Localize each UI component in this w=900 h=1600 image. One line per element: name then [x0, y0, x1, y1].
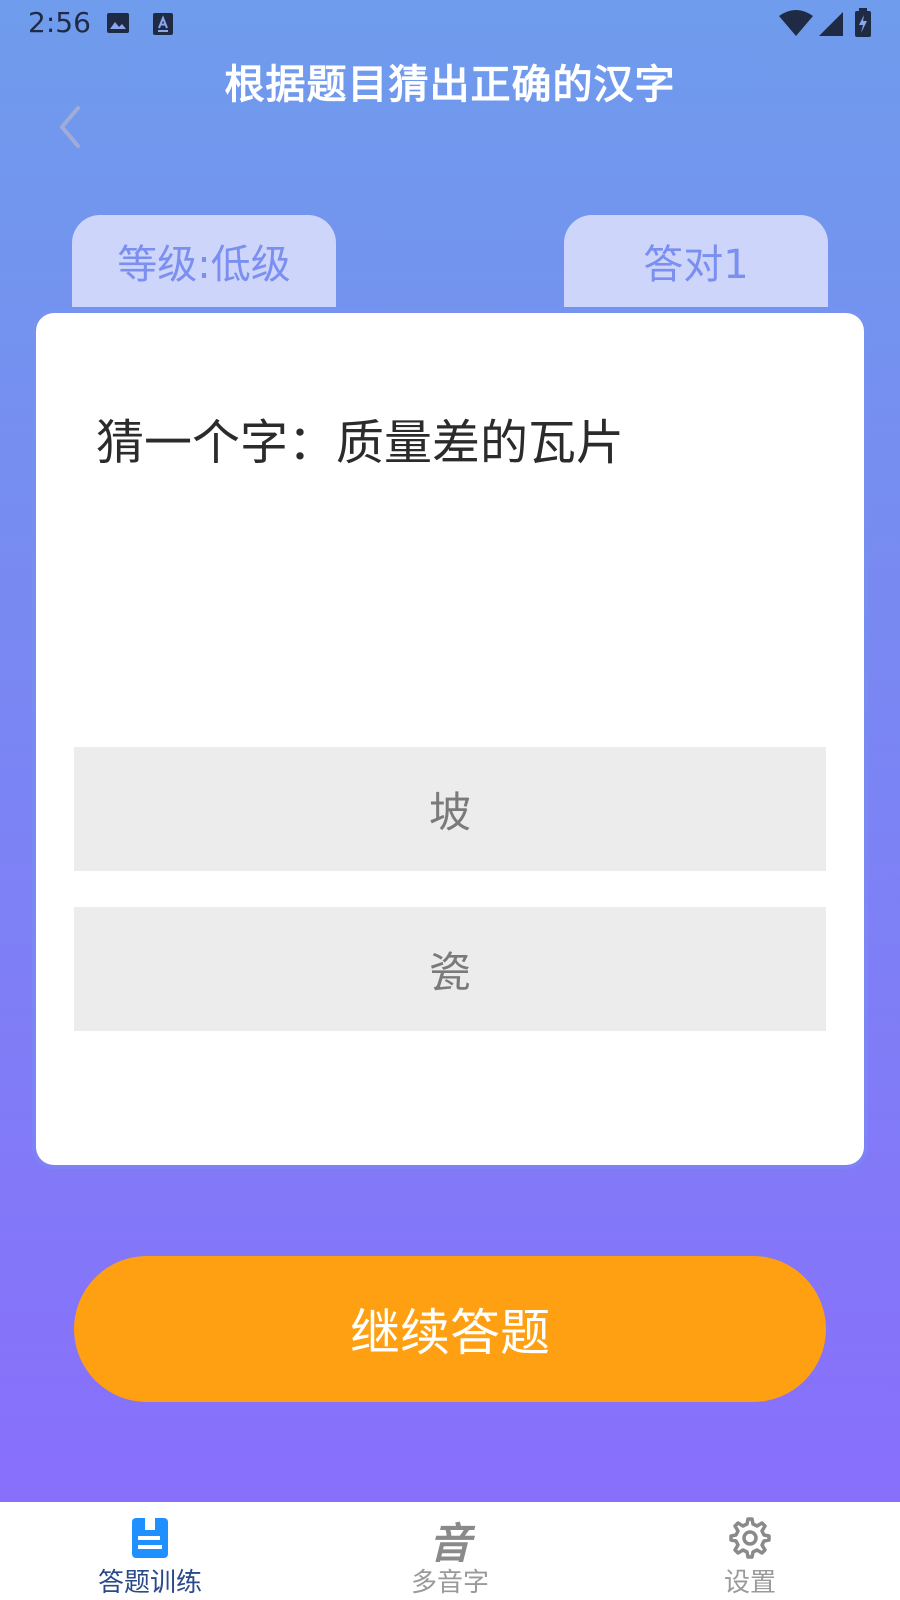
back-button[interactable]	[50, 100, 94, 154]
nav-item-settings-label: 设置	[723, 1568, 776, 1598]
cellular-icon	[819, 12, 843, 36]
level-label: 等级:低级	[117, 242, 291, 288]
answer-option-2[interactable]: 瓷	[74, 907, 826, 1031]
nav-item-polyphone-label: 多音字	[410, 1568, 489, 1598]
answer-option-2-label: 瓷	[428, 947, 471, 997]
question-text: 猜一个字：质量差的瓦片	[96, 415, 625, 471]
nav-item-settings[interactable]: 设置	[600, 1502, 900, 1600]
bottom-nav: 答题训练 音 多音字 设置	[0, 1502, 900, 1600]
battery-charging-icon	[855, 8, 871, 37]
status-bar: 2:56	[0, 0, 900, 48]
nav-item-quiz-label: 答题训练	[97, 1568, 202, 1598]
answer-option-1-label: 坡	[428, 787, 471, 837]
nav-item-polyphone[interactable]: 音 多音字	[300, 1502, 600, 1600]
correct-count-tab: 答对1	[564, 215, 828, 307]
gear-icon	[729, 1517, 771, 1559]
continue-button-label: 继续答题	[350, 1305, 550, 1361]
correct-count-label: 答对1	[643, 242, 749, 288]
nav-item-quiz[interactable]: 答题训练	[0, 1502, 300, 1600]
level-tab: 等级:低级	[72, 215, 336, 307]
wifi-icon	[779, 10, 813, 36]
page-title: 根据题目猜出正确的汉字	[224, 62, 676, 108]
status-time: 2:56	[28, 6, 91, 39]
screen: 2:56 根据题目猜出正确的汉字 等级:低级 答对1 猜一个字：质量差的瓦片 坡…	[0, 0, 900, 1600]
quiz-icon	[132, 1518, 168, 1558]
chevron-left-icon	[60, 106, 80, 148]
text-a-icon	[153, 13, 173, 35]
continue-button[interactable]: 继续答题	[74, 1256, 826, 1402]
question-card: 猜一个字：质量差的瓦片 坡 瓷	[36, 313, 864, 1165]
answer-option-1[interactable]: 坡	[74, 747, 826, 871]
image-icon	[107, 13, 129, 33]
